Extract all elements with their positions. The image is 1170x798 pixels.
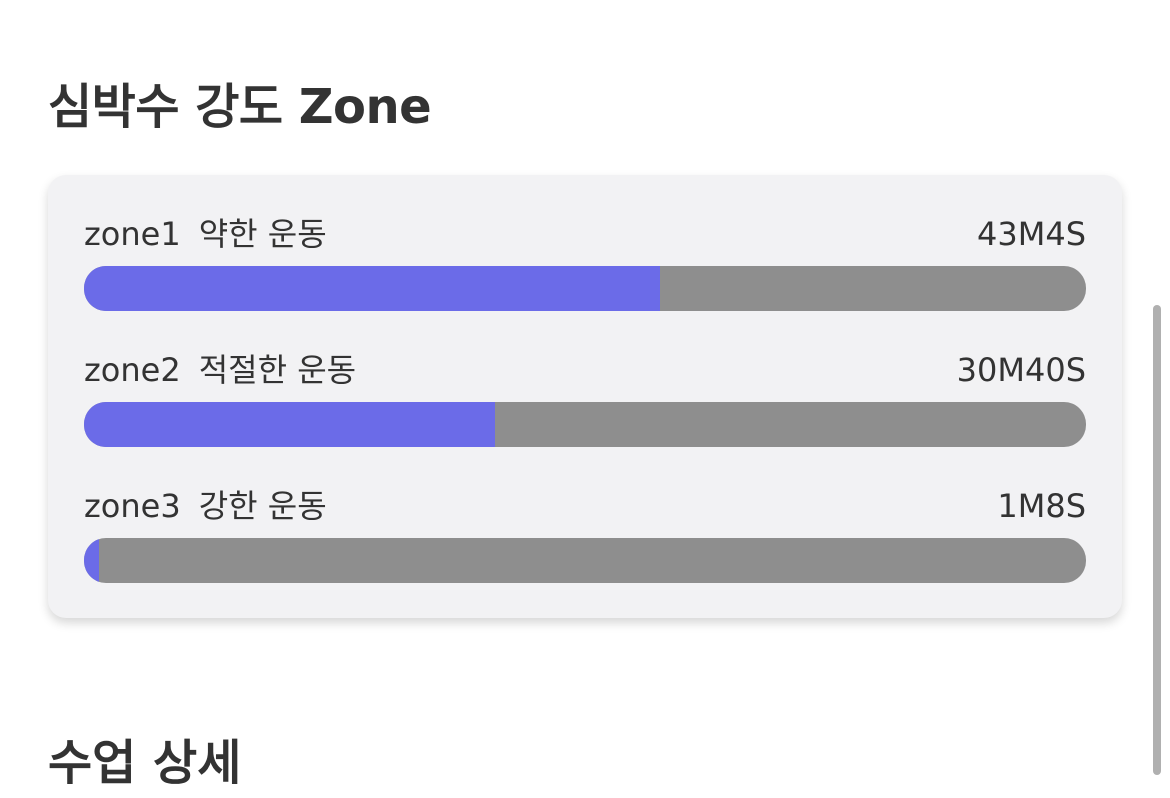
zone-name: zone1 (84, 215, 181, 253)
zone-progress-bar (84, 402, 1086, 447)
zone-row-2: zone2 적절한 운동 30M40S (84, 347, 1086, 447)
zone-header: zone2 적절한 운동 30M40S (84, 347, 1086, 393)
zone-label: zone2 적절한 운동 (84, 347, 356, 393)
zone-progress-fill (84, 402, 495, 447)
zone-progress-bar (84, 538, 1086, 583)
zone-name: zone2 (84, 351, 181, 389)
zone-description: 약한 운동 (198, 215, 327, 253)
zone-duration: 43M4S (977, 215, 1086, 253)
zone-header: zone1 약한 운동 43M4S (84, 211, 1086, 257)
zone-row-1: zone1 약한 운동 43M4S (84, 211, 1086, 311)
zone-description: 강한 운동 (198, 487, 327, 525)
next-section-title: 수업 상세 (48, 735, 242, 791)
zone-duration: 1M8S (997, 487, 1086, 525)
zone-row-3: zone3 강한 운동 1M8S (84, 483, 1086, 583)
section-title: 심박수 강도 Zone (48, 79, 432, 135)
zone-duration: 30M40S (956, 351, 1086, 389)
zone-label: zone3 강한 운동 (84, 483, 327, 529)
zone-progress-fill (84, 266, 661, 311)
heart-rate-zone-card: zone1 약한 운동 43M4S zone2 적절한 운동 30M40S zone… (48, 175, 1122, 618)
scrollbar[interactable] (1153, 305, 1161, 775)
zone-name: zone3 (84, 487, 181, 525)
zone-progress-bar (84, 266, 1086, 311)
zone-description: 적절한 운동 (198, 351, 357, 389)
zone-progress-fill (84, 538, 100, 583)
zone-label: zone1 약한 운동 (84, 211, 327, 257)
zone-header: zone3 강한 운동 1M8S (84, 483, 1086, 529)
